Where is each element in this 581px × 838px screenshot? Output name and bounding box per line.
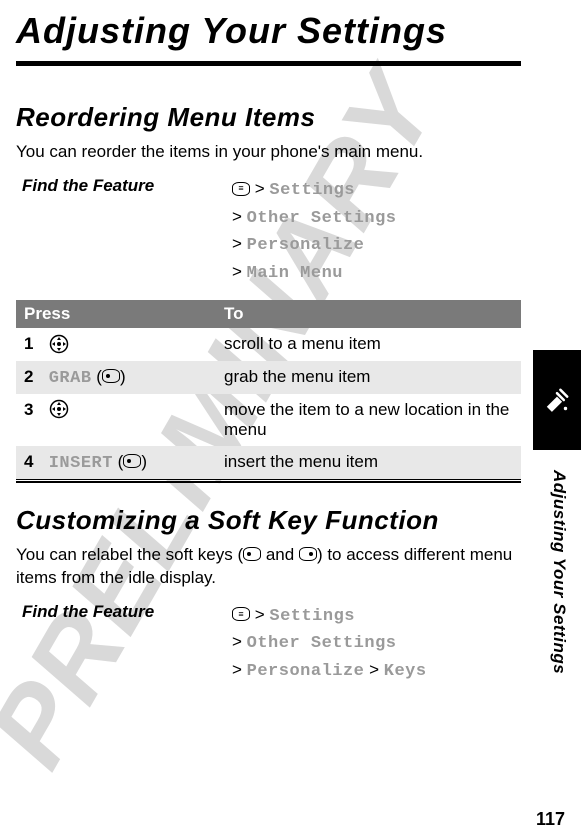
- page-content: Adjusting Your Settings Reordering Menu …: [0, 0, 581, 684]
- step-to: insert the menu item: [216, 446, 521, 479]
- find-feature-block-1: Find the Feature > Settings > Other Sett…: [16, 176, 521, 286]
- nav-icon: [49, 334, 69, 354]
- table-header-press: Press: [16, 300, 216, 328]
- nav-icon: [49, 399, 69, 419]
- path-settings: Settings: [269, 181, 355, 200]
- softkey-left-icon: [102, 369, 120, 383]
- path-settings: Settings: [269, 607, 355, 626]
- table-row: 2 GRAB () grab the menu item: [16, 361, 521, 394]
- find-feature-path-1: > Settings > Other Settings > Personaliz…: [232, 176, 396, 286]
- action-insert: INSERT: [49, 454, 113, 473]
- steps-table: Press To 1 scroll to a menu item 2 GRAB …: [16, 300, 521, 479]
- table-end-rule: [16, 479, 521, 483]
- step-to: move the item to a new location in the m…: [216, 394, 521, 446]
- section-body-reorder: You can reorder the items in your phone'…: [16, 141, 521, 164]
- page-number: 117: [536, 809, 565, 830]
- side-tab-icon: [533, 350, 581, 450]
- menu-icon: [232, 182, 250, 196]
- path-other-settings: Other Settings: [247, 209, 397, 228]
- step-number: 3: [24, 400, 44, 420]
- step-to: grab the menu item: [216, 361, 521, 394]
- softkey-left-icon: [243, 547, 261, 561]
- table-row: 4 INSERT () insert the menu item: [16, 446, 521, 479]
- softkey-left-icon: [123, 454, 141, 468]
- page-title: Adjusting Your Settings: [16, 10, 521, 51]
- step-number: 4: [24, 452, 44, 472]
- path-personalize: Personalize: [247, 662, 365, 681]
- find-feature-path-2: > Settings > Other Settings > Personaliz…: [232, 602, 427, 685]
- step-number: 2: [24, 367, 44, 387]
- side-section-label: Adjusting Your Settings: [549, 470, 569, 674]
- table-header-to: To: [216, 300, 521, 328]
- path-other-settings: Other Settings: [247, 634, 397, 653]
- table-row: 3 move the item to a new location in the…: [16, 394, 521, 446]
- step-to: scroll to a menu item: [216, 328, 521, 361]
- section-heading-softkey: Customizing a Soft Key Function: [16, 505, 521, 536]
- body-mid: and: [261, 545, 299, 564]
- path-personalize: Personalize: [247, 236, 365, 255]
- title-rule: [16, 61, 521, 66]
- find-feature-label: Find the Feature: [22, 602, 222, 622]
- menu-icon: [232, 607, 250, 621]
- find-feature-label: Find the Feature: [22, 176, 222, 196]
- step-number: 1: [24, 334, 44, 354]
- section-heading-reorder: Reordering Menu Items: [16, 102, 521, 133]
- path-keys: Keys: [384, 662, 427, 681]
- table-row: 1 scroll to a menu item: [16, 328, 521, 361]
- path-main-menu: Main Menu: [247, 264, 343, 283]
- body-pre: You can relabel the soft keys (: [16, 545, 243, 564]
- softkey-right-icon: [299, 547, 317, 561]
- section-body-softkey: You can relabel the soft keys ( and ) to…: [16, 544, 521, 590]
- find-feature-block-2: Find the Feature > Settings > Other Sett…: [16, 602, 521, 685]
- action-grab: GRAB: [49, 369, 92, 388]
